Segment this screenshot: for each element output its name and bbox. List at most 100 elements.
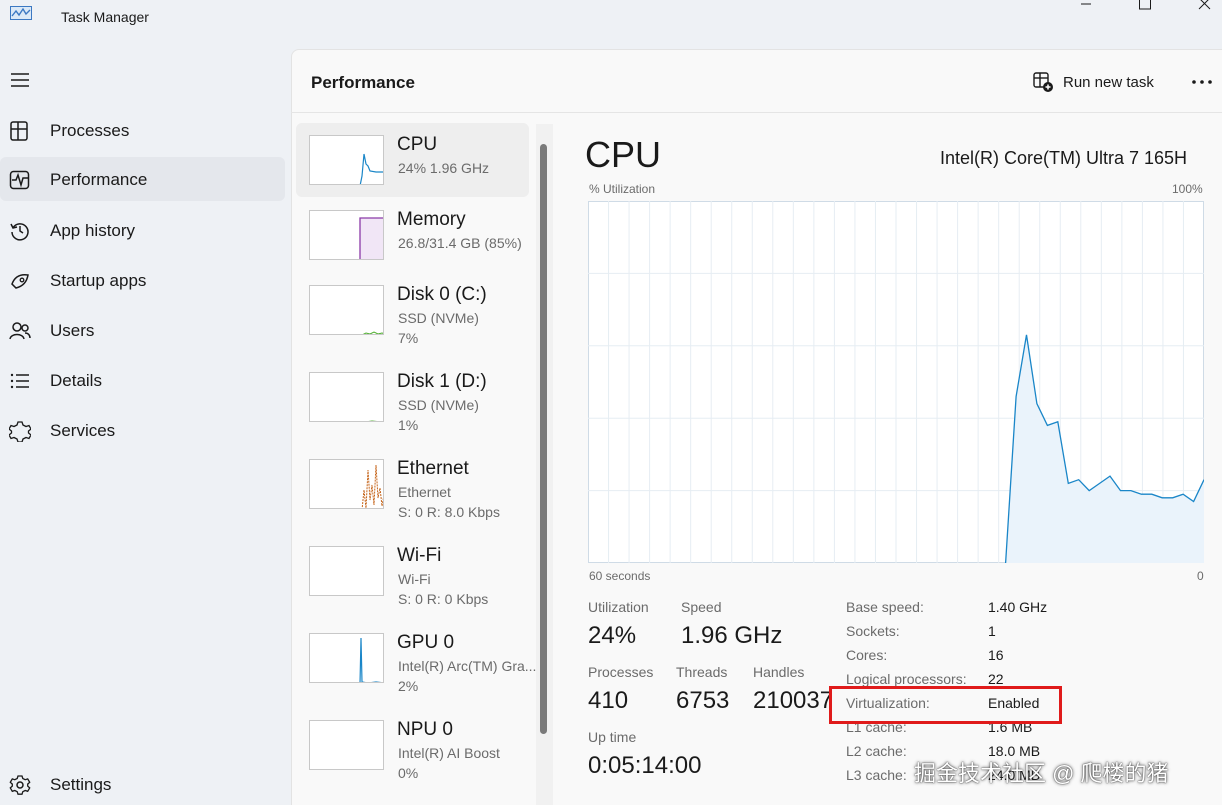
device-detail: Intel(R) AI Boost bbox=[398, 745, 500, 761]
device-detail: Wi-Fi bbox=[398, 571, 431, 587]
device-thumbnail bbox=[309, 720, 384, 770]
device-detail: 26.8/31.4 GB (85%) bbox=[398, 235, 522, 251]
users-icon bbox=[9, 322, 31, 340]
stat-value-uptime: 0:05:14:00 bbox=[588, 752, 702, 779]
stat-label-speed: Speed bbox=[681, 599, 722, 615]
stat-value-handles: 210037 bbox=[753, 687, 834, 714]
device-detail: SSD (NVMe) bbox=[398, 310, 479, 326]
sidebar-item-processes[interactable]: Processes bbox=[0, 108, 285, 152]
device-item-ethernet[interactable]: Ethernet Ethernet S: 0 R: 8.0 Kbps bbox=[296, 447, 529, 521]
device-item-disk-0[interactable]: Disk 0 (C:) SSD (NVMe) 7% bbox=[296, 273, 529, 347]
gear-icon bbox=[9, 775, 31, 795]
stat-value-utilization: 24% bbox=[588, 622, 637, 649]
stat-value-threads: 6753 bbox=[676, 687, 730, 714]
processes-icon bbox=[10, 121, 28, 141]
device-detail: 24% 1.96 GHz bbox=[398, 160, 490, 176]
device-thumbnail bbox=[309, 135, 384, 185]
minimize-button[interactable] bbox=[1063, 0, 1109, 14]
spec-label-base-speed: Base speed: bbox=[846, 599, 924, 615]
sidebar-item-label: Settings bbox=[50, 775, 112, 794]
device-item-disk-1[interactable]: Disk 1 (D:) SSD (NVMe) 1% bbox=[296, 360, 529, 434]
device-item-npu-0[interactable]: NPU 0 Intel(R) AI Boost 0% bbox=[296, 708, 529, 782]
spec-label-l2-cache: L2 cache: bbox=[846, 743, 907, 759]
stat-label-handles: Handles bbox=[753, 664, 805, 680]
spec-label-cores: Cores: bbox=[846, 647, 888, 663]
stat-label-processes: Processes bbox=[588, 664, 654, 680]
graph-y-label: % Utilization bbox=[589, 182, 656, 196]
hamburger-menu-icon[interactable] bbox=[10, 72, 30, 88]
device-thumbnail bbox=[309, 546, 384, 596]
device-detail: Ethernet bbox=[398, 484, 451, 500]
sidebar-item-settings[interactable]: Settings bbox=[0, 762, 285, 805]
stat-label-uptime: Up time bbox=[588, 729, 637, 745]
header-divider bbox=[291, 112, 1222, 113]
device-thumbnail bbox=[309, 633, 384, 683]
device-item-cpu[interactable]: CPU 24% 1.96 GHz bbox=[296, 123, 529, 197]
run-new-task-button[interactable]: Run new task bbox=[1032, 70, 1154, 94]
device-item-memory[interactable]: Memory 26.8/31.4 GB (85%) bbox=[296, 198, 529, 272]
stat-label-threads: Threads bbox=[676, 664, 728, 680]
spec-label-sockets: Sockets: bbox=[846, 623, 900, 639]
services-icon bbox=[9, 421, 31, 442]
stat-value-processes: 410 bbox=[588, 687, 629, 714]
window-title: Task Manager bbox=[61, 9, 149, 25]
sidebar-item-users[interactable]: Users bbox=[0, 308, 285, 352]
minimize-icon bbox=[1081, 3, 1091, 5]
run-new-task-label: Run new task bbox=[1063, 73, 1154, 91]
sidebar-item-performance[interactable]: Performance bbox=[0, 157, 285, 201]
sidebar-item-label: Services bbox=[50, 421, 116, 440]
device-detail: 1% bbox=[398, 417, 419, 433]
device-item-wifi[interactable]: Wi-Fi Wi-Fi S: 0 R: 0 Kbps bbox=[296, 534, 529, 608]
device-name: Disk 1 (D:) bbox=[397, 371, 487, 392]
sidebar-item-services[interactable]: Services bbox=[0, 408, 285, 452]
device-detail: 7% bbox=[398, 330, 419, 346]
spec-value-cores: 16 bbox=[988, 647, 1004, 663]
performance-icon bbox=[9, 170, 30, 190]
cpu-model: Intel(R) Core(TM) Ultra 7 165H bbox=[940, 148, 1188, 168]
run-task-icon bbox=[1033, 72, 1053, 92]
device-detail: SSD (NVMe) bbox=[398, 397, 479, 413]
device-detail: 2% bbox=[398, 678, 419, 694]
more-options-icon[interactable] bbox=[1188, 72, 1216, 92]
title-bar: Task Manager bbox=[0, 0, 1222, 40]
watermark: 掘金技术社区 @ 爬楼的猪 bbox=[914, 761, 1169, 786]
sidebar-item-label: Processes bbox=[50, 121, 130, 140]
sidebar-item-startup-apps[interactable]: Startup apps bbox=[0, 258, 285, 302]
virtualization-highlight-box bbox=[829, 686, 1062, 724]
close-button[interactable] bbox=[1181, 0, 1222, 14]
page-title: Performance bbox=[311, 73, 415, 92]
spec-value-base-speed: 1.40 GHz bbox=[988, 599, 1048, 615]
device-detail: 0% bbox=[398, 765, 419, 781]
sidebar-item-details[interactable]: Details bbox=[0, 358, 285, 402]
sidebar-item-label: Performance bbox=[50, 170, 148, 189]
device-detail: Intel(R) Arc(TM) Gra... bbox=[398, 658, 537, 674]
details-icon bbox=[10, 373, 29, 389]
graph-y-max: 100% bbox=[1172, 182, 1203, 196]
task-manager-icon bbox=[10, 6, 32, 20]
device-thumbnail bbox=[309, 210, 384, 260]
maximize-icon bbox=[1139, 0, 1151, 10]
maximize-button[interactable] bbox=[1122, 0, 1168, 14]
device-name: CPU bbox=[397, 134, 438, 155]
device-name: Memory bbox=[397, 209, 466, 230]
device-name: Disk 0 (C:) bbox=[397, 284, 487, 305]
device-detail: S: 0 R: 8.0 Kbps bbox=[398, 504, 500, 520]
sidebar-item-label: Users bbox=[50, 321, 95, 340]
scrollbar-thumb[interactable] bbox=[540, 144, 547, 734]
device-name: Wi-Fi bbox=[397, 545, 442, 566]
graph-time-label: 60 seconds bbox=[589, 569, 651, 583]
device-thumbnail bbox=[309, 459, 384, 509]
sidebar-item-app-history[interactable]: App history bbox=[0, 208, 285, 252]
spec-value-logical-processors: 22 bbox=[988, 671, 1004, 687]
stat-label-utilization: Utilization bbox=[588, 599, 649, 615]
cpu-title: CPU bbox=[585, 134, 662, 175]
device-name: GPU 0 bbox=[397, 632, 455, 653]
stat-value-speed: 1.96 GHz bbox=[681, 622, 783, 649]
spec-label-logical-processors: Logical processors: bbox=[846, 671, 967, 687]
device-item-gpu-0[interactable]: GPU 0 Intel(R) Arc(TM) Gra... 2% bbox=[296, 621, 536, 695]
close-icon bbox=[1198, 0, 1211, 10]
sidebar-item-label: Details bbox=[50, 371, 102, 390]
device-name: NPU 0 bbox=[397, 719, 453, 740]
history-icon bbox=[10, 223, 29, 241]
device-name: Ethernet bbox=[397, 458, 469, 479]
